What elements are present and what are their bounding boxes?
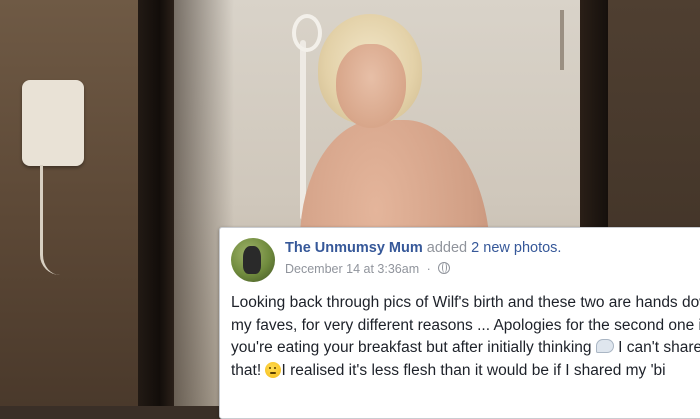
post-text-line: you're eating your breakfast but after i… [231,337,700,360]
post-text-line: that! I realised it's less flesh than it… [231,360,700,383]
shower-head [292,14,322,52]
door-frame-left [138,0,174,406]
post-text-segment: that! [231,361,262,379]
facebook-post-card: The Unmumsy Mum added 2 new photos. Dece… [219,227,700,419]
new-photos-link[interactable]: 2 new photos. [471,240,561,256]
author-avatar[interactable] [231,238,275,282]
post-text: Looking back through pics of Wilf's birt… [231,292,700,382]
author-name-link[interactable]: The Unmumsy Mum [285,240,423,256]
post-text-segment: I can't share [618,339,700,356]
post-text-segment: you're eating your breakfast but after i… [231,339,592,356]
speech-bubble-emoji-icon [595,339,614,353]
post-timestamp-link[interactable]: December 14 at 3:36am [285,262,419,276]
thinking-face-emoji-icon [265,361,282,378]
post-action-text: added [426,240,468,256]
hallway-wall [0,0,150,406]
meta-separator: · [426,262,431,276]
person-face [336,44,406,128]
post-text-line: my faves, for very different reasons ...… [231,316,700,334]
globe-icon[interactable] [438,262,451,274]
intercom-cord [40,165,73,275]
post-meta: December 14 at 3:36am · [285,262,451,276]
post-header: The Unmumsy Mum added 2 new photos. [285,240,561,256]
post-text-line: Looking back through pics of Wilf's birt… [231,294,700,311]
towel-rail [560,10,564,70]
wall-intercom [22,80,84,166]
post-text-segment: I realised it's less flesh than it would… [281,361,666,379]
